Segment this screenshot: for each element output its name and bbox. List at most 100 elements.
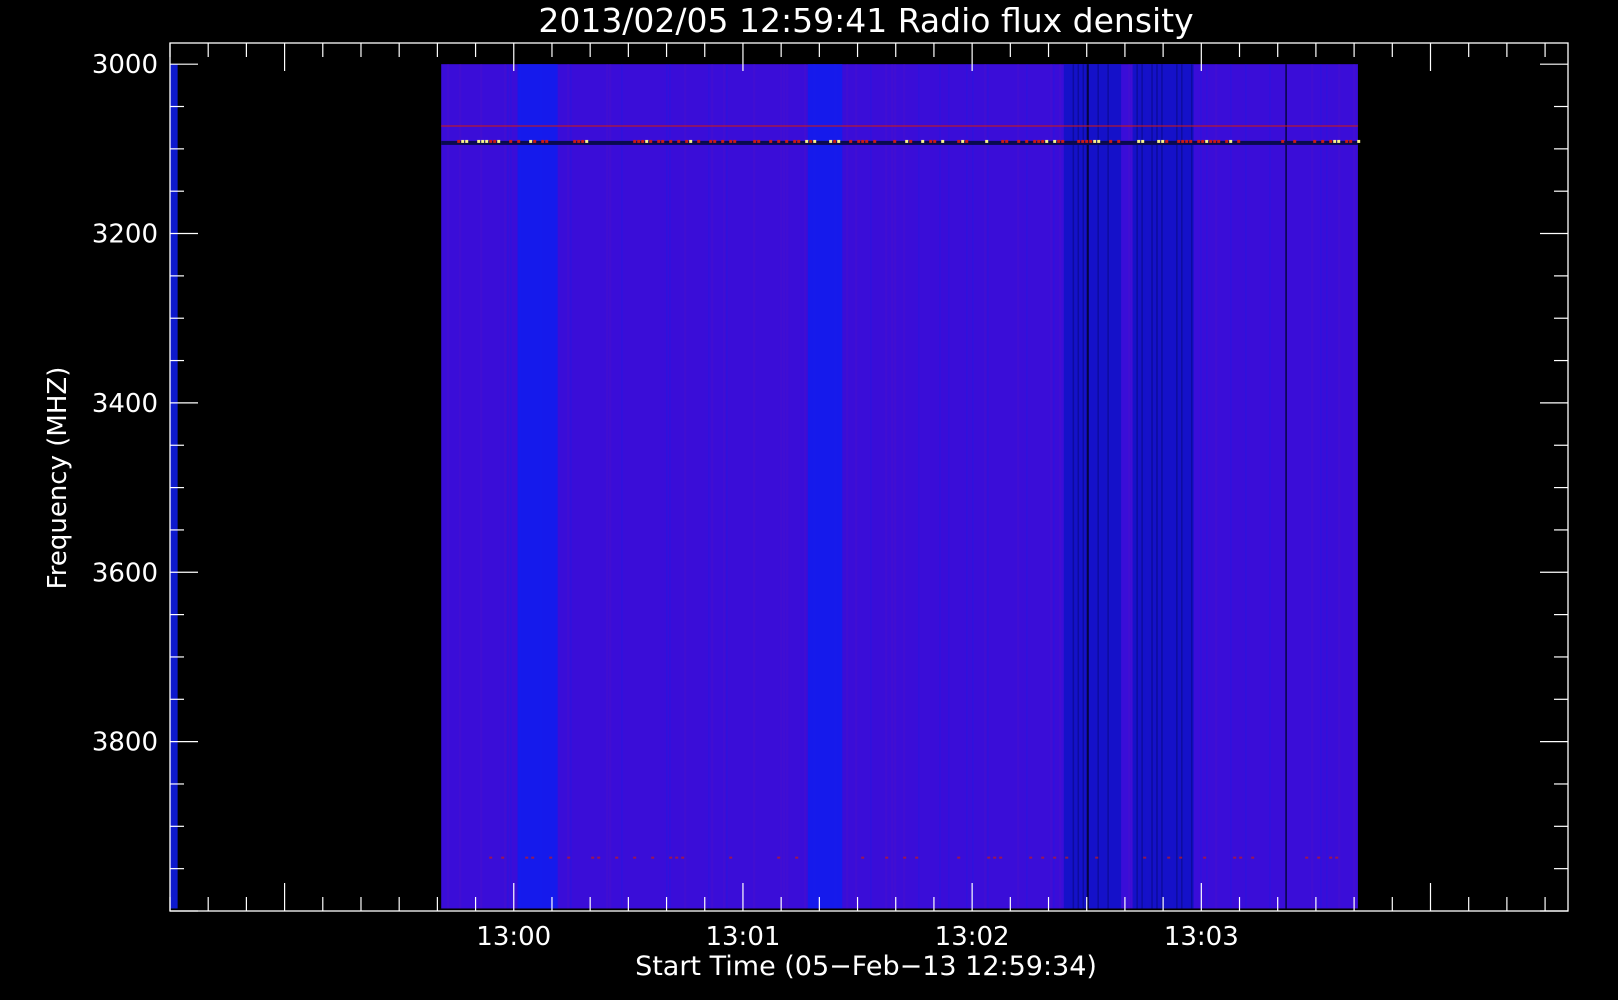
- rfi-pixel: [675, 856, 679, 859]
- rfi-pixel: [1053, 856, 1057, 859]
- rfi-pixel: [1017, 139, 1021, 143]
- heatmap-column: [504, 64, 507, 909]
- rfi-pixel: [1333, 139, 1337, 143]
- rfi-pixel: [677, 139, 681, 143]
- heatmap-column: [1200, 64, 1202, 909]
- dark-band-stripe: [1156, 64, 1158, 909]
- rfi-pixel: [1029, 856, 1033, 859]
- rfi-pixel: [933, 139, 937, 143]
- rfi-pixel: [597, 856, 601, 859]
- rfi-pixel: [1095, 856, 1099, 859]
- rfi-pixel: [849, 139, 853, 143]
- rfi-pixel: [857, 139, 861, 143]
- rfi-pixel: [485, 139, 489, 143]
- rfi-pixel: [1045, 139, 1049, 143]
- rfi-pixel: [591, 856, 595, 859]
- rfi-pixel: [993, 856, 997, 859]
- rfi-pixel: [757, 139, 761, 143]
- heatmap-column: [447, 64, 450, 909]
- heatmap-column: [780, 64, 783, 909]
- dark-band-stripe: [1181, 64, 1183, 909]
- heatmap-column: [1050, 64, 1053, 909]
- rfi-pixel: [709, 139, 713, 143]
- rfi-pixel: [1005, 139, 1009, 143]
- rfi-pixel: [861, 139, 865, 143]
- y-tick-label: 3000: [92, 50, 158, 80]
- rfi-pixel: [685, 139, 689, 143]
- rfi-pixel: [809, 139, 813, 143]
- rfi-pixel: [1229, 139, 1233, 143]
- rfi-pixel: [457, 139, 461, 143]
- rfi-pixel: [657, 139, 661, 143]
- heatmap-column: [1059, 64, 1062, 909]
- rfi-pixel: [615, 856, 619, 859]
- heatmap-column: [510, 64, 512, 909]
- rfi-pixel: [929, 139, 933, 143]
- rfi-pixel: [549, 856, 553, 859]
- rfi-pixel: [729, 139, 733, 143]
- rfi-pixel: [893, 139, 897, 143]
- rfi-pixel: [1237, 139, 1241, 143]
- heatmap-column: [1338, 64, 1341, 909]
- rfi-pixel: [903, 856, 907, 859]
- rfi-pixel: [961, 139, 965, 143]
- heatmap-column: [723, 64, 726, 909]
- rfi-pixel: [795, 856, 799, 859]
- x-tick-label: 13:00: [476, 922, 551, 952]
- heatmap-column: [606, 64, 609, 909]
- rfi-pixel: [649, 139, 653, 143]
- rfi-pixel: [785, 139, 789, 143]
- rfi-pixel: [1197, 139, 1201, 143]
- heatmap-column: [1017, 64, 1020, 909]
- rfi-pixel: [915, 856, 919, 859]
- rfi-pixel: [1335, 856, 1339, 859]
- heatmap-column: [855, 64, 858, 909]
- rfi-pixel: [1205, 139, 1209, 143]
- x-tick-label: 13:03: [1164, 922, 1239, 952]
- spectrogram-chart: 2013/02/05 12:59:41 Radio flux density 3…: [0, 0, 1618, 1000]
- rfi-pixel: [573, 139, 577, 143]
- heatmap-column: [711, 64, 714, 909]
- heatmap-column: [885, 64, 888, 909]
- rfi-pixel: [865, 139, 869, 143]
- rfi-pixel: [999, 856, 1003, 859]
- heatmap-column: [1206, 64, 1208, 909]
- rfi-pixel: [509, 139, 513, 143]
- rfi-pixel: [1313, 139, 1317, 143]
- heatmap-column: [786, 64, 789, 909]
- heatmap-column: [987, 64, 989, 909]
- rfi-pixel: [1161, 139, 1165, 143]
- dark-band-stripe: [1097, 64, 1099, 909]
- dark-band-stripe: [1107, 64, 1109, 909]
- rfi-pixel: [465, 139, 469, 143]
- rfi-pixel: [1201, 139, 1205, 143]
- rfi-pixel: [1165, 139, 1169, 143]
- heatmap-column: [894, 64, 897, 909]
- heatmap-column: [684, 64, 687, 909]
- rfi-pixel: [941, 139, 945, 143]
- rfi-pixel: [493, 139, 497, 143]
- y-tick-label: 3600: [92, 558, 158, 588]
- rfi-pixel: [1157, 139, 1161, 143]
- heatmap-column: [1026, 64, 1028, 909]
- rfi-pixel: [1233, 856, 1237, 859]
- rfi-pixel: [529, 139, 533, 143]
- rfi-pixel: [753, 139, 757, 143]
- rfi-pixel: [577, 139, 581, 143]
- heatmap-column: [1245, 64, 1247, 909]
- rfi-pixel: [661, 139, 665, 143]
- heatmap-column: [846, 64, 849, 909]
- rfi-pixel: [633, 139, 637, 143]
- rfi-pixel: [477, 139, 481, 143]
- heatmap-column: [708, 64, 710, 909]
- dark-band-stripe: [1190, 64, 1193, 909]
- dark-band: [1063, 64, 1122, 909]
- rfi-pixel: [987, 856, 991, 859]
- rfi-pixel: [729, 856, 733, 859]
- dark-line: [1086, 64, 1089, 909]
- heatmap-column: [570, 64, 572, 909]
- rfi-pixel: [1329, 856, 1333, 859]
- rfi-pixel: [713, 139, 717, 143]
- dark-band-stripe: [1136, 64, 1138, 909]
- dark-band-stripe: [1072, 64, 1075, 909]
